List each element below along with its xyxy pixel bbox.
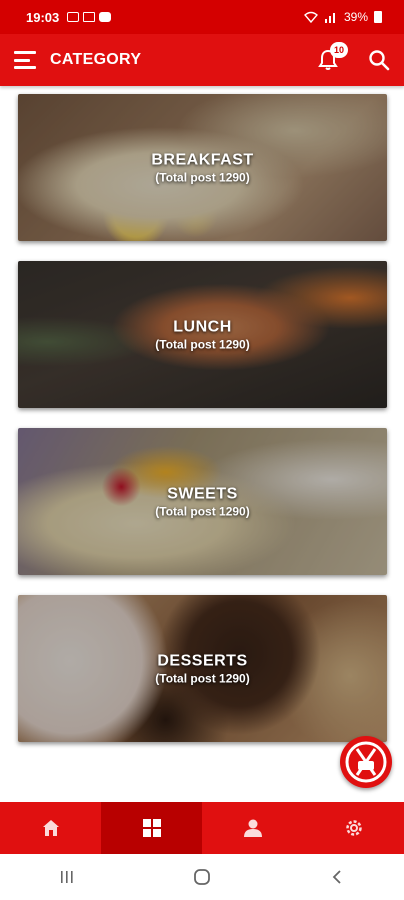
nav-categories[interactable] xyxy=(101,802,202,854)
recent-apps-icon xyxy=(61,871,73,883)
nav-home[interactable] xyxy=(0,802,101,854)
app-bar: CATEGORY 10 xyxy=(0,34,404,86)
category-card-lunch[interactable]: LUNCH (Total post 1290) xyxy=(18,261,387,408)
status-bar: 19:03 39% xyxy=(0,0,404,34)
status-time: 19:03 xyxy=(26,9,60,25)
signal-icon xyxy=(324,13,335,23)
category-card-sweets[interactable]: SWEETS (Total post 1290) xyxy=(18,428,387,575)
status-right: 39% xyxy=(303,10,382,24)
category-title: SWEETS xyxy=(167,485,238,502)
gallery-icon xyxy=(67,12,80,22)
kitchen-tools-icon xyxy=(345,741,387,783)
profile-icon xyxy=(243,819,262,837)
search-icon[interactable] xyxy=(368,49,390,71)
bottom-navigation xyxy=(0,802,404,854)
category-list: BREAKFAST (Total post 1290) LUNCH (Total… xyxy=(18,94,387,762)
home-button[interactable] xyxy=(182,862,222,892)
category-title: BREAKFAST xyxy=(151,151,254,168)
category-post-count: (Total post 1290) xyxy=(155,170,250,184)
category-post-count: (Total post 1290) xyxy=(155,337,250,351)
category-title: DESSERTS xyxy=(157,652,248,669)
nav-settings[interactable] xyxy=(303,802,404,854)
category-card-breakfast[interactable]: BREAKFAST (Total post 1290) xyxy=(18,94,387,241)
battery-icon xyxy=(374,11,382,23)
home-circle-icon xyxy=(194,869,210,885)
status-notification-icons xyxy=(67,12,112,22)
back-icon xyxy=(332,870,341,884)
nav-profile[interactable] xyxy=(202,802,303,854)
back-button[interactable] xyxy=(317,862,357,892)
wifi-icon xyxy=(303,11,318,23)
menu-icon[interactable] xyxy=(14,51,36,69)
recent-apps-button[interactable] xyxy=(47,862,87,892)
category-title: LUNCH xyxy=(173,318,232,335)
gmail-icon xyxy=(83,12,96,22)
grid-icon xyxy=(142,819,161,837)
system-navigation xyxy=(0,854,404,900)
floating-action-button[interactable] xyxy=(340,736,392,788)
youtube-icon xyxy=(99,12,112,22)
category-post-count: (Total post 1290) xyxy=(155,504,250,518)
home-icon xyxy=(42,820,59,836)
settings-icon xyxy=(345,820,362,836)
notification-badge: 10 xyxy=(330,42,348,58)
page-title: CATEGORY xyxy=(50,51,142,68)
battery-percent: 39% xyxy=(343,10,368,24)
category-post-count: (Total post 1290) xyxy=(155,671,250,685)
category-card-desserts[interactable]: DESSERTS (Total post 1290) xyxy=(18,595,387,742)
